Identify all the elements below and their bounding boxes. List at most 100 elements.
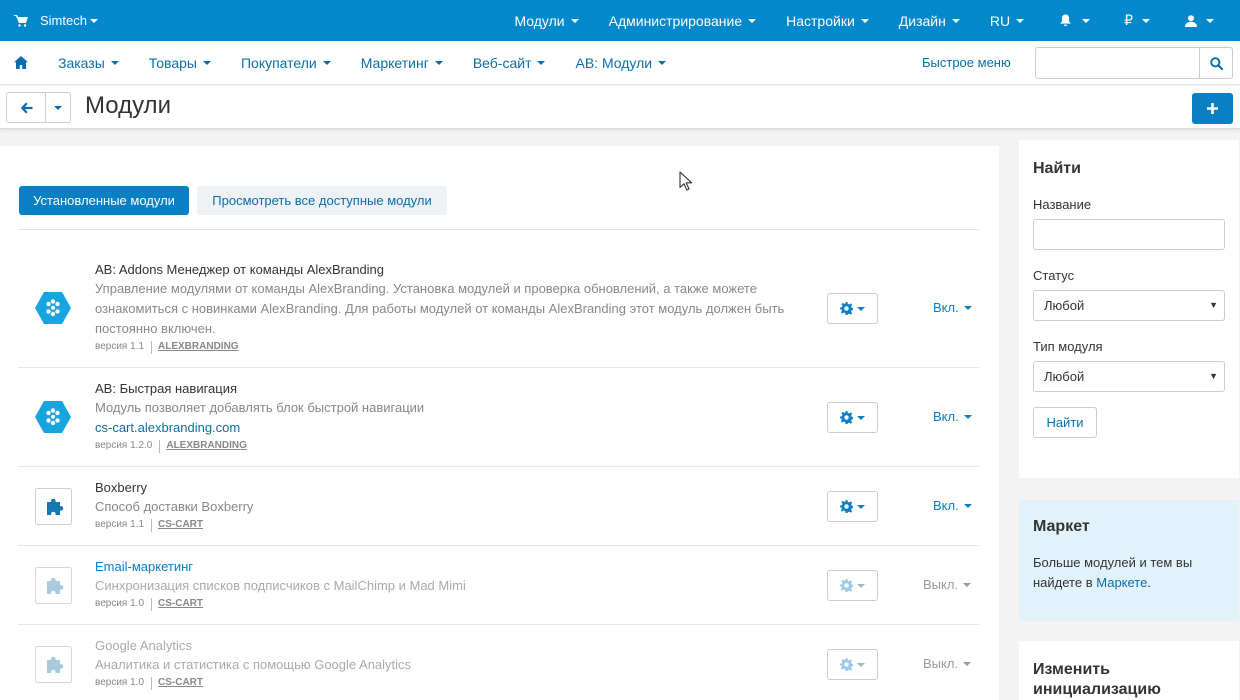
alexbranding-logo-icon — [35, 401, 71, 433]
addon-settings-button[interactable] — [827, 491, 878, 522]
language-switcher[interactable]: RU — [990, 13, 1025, 29]
addon-version: версия 1.0 — [95, 598, 145, 609]
user-icon — [1185, 14, 1197, 27]
nav-item-ab-addons[interactable]: AB: Модули — [575, 55, 667, 71]
title-bar: Модули — [0, 86, 1240, 129]
addon-description: Способ доставки Boxberry — [95, 499, 254, 514]
top-menu-settings[interactable]: Настройки — [786, 13, 869, 29]
nav-item-products[interactable]: Товары — [149, 55, 211, 71]
addon-row: Boxberry Способ доставки Boxberry версия… — [18, 467, 979, 546]
addon-status-toggle[interactable]: Выкл. — [923, 577, 972, 592]
top-menu-administration[interactable]: Администрирование — [609, 13, 757, 29]
chevron-down-icon — [963, 582, 972, 587]
currency-switcher[interactable]: ₽ — [1124, 12, 1150, 29]
main-nav: Заказы Товары Покупатели Маркетинг Веб-с… — [0, 41, 1240, 85]
separator — [151, 518, 153, 532]
addon-description: Управление модулями от команды AlexBrand… — [95, 281, 785, 336]
user-menu[interactable] — [1185, 14, 1214, 27]
chevron-down-icon — [1016, 18, 1025, 23]
addon-status-toggle[interactable]: Вкл. — [933, 498, 972, 513]
addon-settings-button[interactable] — [827, 293, 878, 324]
chevron-down-icon — [537, 61, 546, 65]
addon-version: версия 1.1 — [95, 341, 145, 352]
addon-status-toggle[interactable]: Вкл. — [933, 300, 972, 315]
market-link[interactable]: Маркете — [1096, 575, 1147, 590]
status-label: Выкл. — [923, 577, 959, 592]
addon-info: Google Analytics Аналитика и статистика … — [95, 637, 785, 690]
chevron-down-icon — [963, 414, 972, 419]
addon-meta: версия 1.2.0 ALEXBRANDING — [95, 439, 785, 453]
separator — [159, 439, 161, 453]
addon-author-link[interactable]: CS-CART — [158, 597, 203, 611]
addon-status-toggle[interactable]: Выкл. — [923, 656, 972, 671]
addon-row: Email-маркетинг Синхронизация списков по… — [18, 546, 979, 625]
addon-name[interactable]: AB: Быстрая навигация — [95, 380, 785, 398]
nav-item-label: Заказы — [58, 55, 105, 71]
addon-status-toggle[interactable]: Вкл. — [933, 409, 972, 424]
addon-author-link[interactable]: CS-CART — [158, 676, 203, 690]
back-dropdown-toggle[interactable] — [46, 93, 70, 122]
status-label: Статус — [1033, 268, 1075, 283]
top-menu-addons[interactable]: Модули — [514, 13, 579, 29]
addon-name[interactable]: AB: Addons Менеджер от команды AlexBrand… — [95, 261, 785, 279]
chevron-down-icon — [857, 306, 865, 311]
puzzle-icon — [35, 488, 72, 525]
back-button-group — [6, 92, 71, 123]
nav-item-label: Веб-сайт — [472, 55, 532, 71]
tab-browse-all-addons[interactable]: Просмотреть все доступные модули — [197, 186, 447, 215]
addon-author-link[interactable]: ALEXBRANDING — [166, 439, 247, 453]
addon-name[interactable]: Email-маркетинг — [95, 558, 785, 576]
mouse-cursor-icon — [679, 171, 692, 191]
addon-name[interactable]: Boxberry — [95, 479, 785, 497]
sidebar-search-panel: Найти Название Статус Любой ▼ Тип модуля … — [1019, 140, 1239, 478]
addon-type-select[interactable]: Любой ▼ — [1033, 361, 1225, 392]
gear-icon — [840, 411, 853, 424]
back-button[interactable] — [7, 93, 46, 122]
addon-author-link[interactable]: CS-CART — [158, 518, 203, 532]
addon-settings-button[interactable] — [827, 570, 878, 601]
status-select[interactable]: Любой ▼ — [1033, 290, 1225, 321]
add-addon-button[interactable] — [1192, 93, 1233, 124]
top-menu-label: Настройки — [786, 12, 855, 29]
nav-item-label: Товары — [148, 55, 197, 71]
notifications-menu[interactable] — [1059, 14, 1091, 27]
chevron-down-icon — [748, 18, 757, 23]
addon-website-link[interactable]: cs-cart.alexbranding.com — [95, 418, 785, 438]
addon-meta: версия 1.0 CS-CART — [95, 676, 785, 690]
chevron-down-icon — [202, 61, 211, 65]
addon-settings-button[interactable] — [827, 649, 878, 680]
separator — [151, 340, 153, 354]
addon-info: AB: Addons Менеджер от команды AlexBrand… — [95, 261, 785, 354]
addon-row: AB: Addons Менеджер от команды AlexBrand… — [18, 230, 979, 368]
addon-name[interactable]: Google Analytics — [95, 637, 785, 655]
store-switcher[interactable]: Simtech — [14, 0, 98, 41]
top-bar: Simtech Модули Администрирование Настрой… — [0, 0, 1240, 41]
search-input[interactable] — [1036, 48, 1200, 78]
home-icon[interactable] — [14, 56, 28, 69]
status-label: Выкл. — [923, 656, 959, 671]
addon-meta: версия 1.1 CS-CART — [95, 518, 785, 532]
nav-item-label: AB: Модули — [575, 55, 653, 71]
chevron-down-icon — [860, 18, 869, 23]
chevron-down-icon — [322, 61, 331, 65]
nav-item-customers[interactable]: Покупатели — [241, 55, 331, 71]
nav-item-website[interactable]: Веб-сайт — [473, 55, 546, 71]
cart-icon — [14, 14, 28, 27]
nav-item-marketing[interactable]: Маркетинг — [361, 55, 443, 71]
quick-menu-link[interactable]: Быстрое меню — [922, 55, 1011, 70]
separator — [151, 597, 153, 611]
search-button[interactable] — [1199, 48, 1232, 78]
top-menu-label: Дизайн — [898, 12, 946, 29]
nav-item-orders[interactable]: Заказы — [58, 55, 119, 71]
addon-settings-button[interactable] — [827, 402, 878, 433]
market-text: Больше модулей и тем вы найдете в Маркет… — [1033, 553, 1223, 593]
find-button[interactable]: Найти — [1033, 407, 1097, 438]
chevron-down-icon — [963, 305, 972, 310]
top-menu-design[interactable]: Дизайн — [899, 13, 960, 29]
addon-type-label: Тип модуля — [1033, 339, 1103, 354]
tab-installed-addons[interactable]: Установленные модули — [19, 186, 189, 215]
chevron-down-icon — [963, 503, 972, 508]
addon-author-link[interactable]: ALEXBRANDING — [158, 340, 239, 354]
chevron-down-icon — [1082, 18, 1091, 23]
name-field[interactable] — [1033, 219, 1225, 250]
